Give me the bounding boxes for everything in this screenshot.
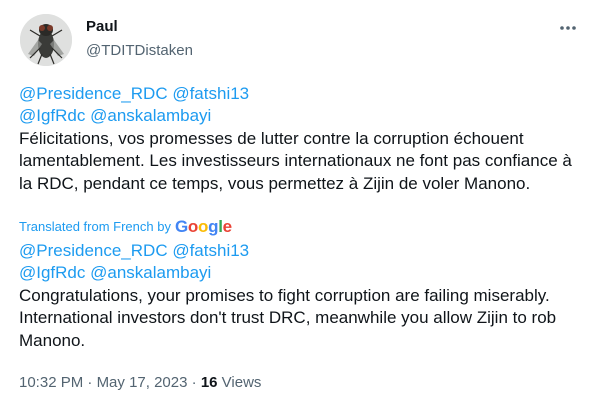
- avatar[interactable]: [20, 14, 72, 66]
- separator: ·: [191, 374, 197, 391]
- mention-link[interactable]: @fatshi13: [172, 241, 249, 260]
- tweet-metadata: 10:32 PM · May 17, 2023 · 16 Views: [19, 373, 261, 393]
- author-handle[interactable]: @TDITDistaken: [86, 41, 193, 61]
- author-display-name[interactable]: Paul: [86, 17, 193, 37]
- tweet-body-original: Félicitations, vos promesses de lutter c…: [19, 128, 572, 193]
- tweet-time: 10:32 PM: [19, 374, 84, 391]
- tweet-timestamp-link[interactable]: 10:32 PM · May 17, 2023: [19, 374, 187, 391]
- views-stat[interactable]: 16 Views: [201, 374, 262, 391]
- mention-link[interactable]: @fatshi13: [172, 84, 249, 103]
- views-count: 16: [200, 374, 218, 391]
- mentions-line: @Presidence_RDC @fatshi13: [19, 83, 584, 105]
- fly-avatar-icon: [20, 14, 72, 66]
- mention-link[interactable]: @Presidence_RDC: [19, 84, 168, 103]
- author-info: Paul @TDITDistaken: [86, 17, 193, 61]
- more-options-icon: [560, 26, 576, 30]
- google-logo: Google: [174, 217, 232, 236]
- tweet-translated-text: @Presidence_RDC @fatshi13 @IgfRdc @anska…: [19, 240, 584, 352]
- mention-link[interactable]: @IgfRdc: [19, 106, 85, 125]
- mention-link[interactable]: @IgfRdc: [19, 263, 85, 282]
- tweet-original-text: @Presidence_RDC @fatshi13 @IgfRdc @anska…: [19, 83, 584, 195]
- tweet-body-translated: Congratulations, your promises to fight …: [19, 285, 557, 350]
- mentions-line: @Presidence_RDC @fatshi13: [19, 240, 584, 262]
- separator: ·: [87, 374, 93, 391]
- mention-link[interactable]: @Presidence_RDC: [19, 241, 168, 260]
- mention-link[interactable]: @anskalambayi: [90, 263, 211, 282]
- mentions-line: @IgfRdc @anskalambayi: [19, 262, 584, 284]
- tweet: Paul @TDITDistaken @Presidence_RDC @fats…: [0, 0, 598, 407]
- more-options-button[interactable]: [556, 18, 580, 38]
- mentions-line: @IgfRdc @anskalambayi: [19, 105, 584, 127]
- mention-link[interactable]: @anskalambayi: [90, 106, 211, 125]
- views-label: Views: [221, 374, 262, 391]
- translation-attribution[interactable]: Translated from French by Google: [19, 218, 232, 236]
- tweet-date: May 17, 2023: [96, 374, 188, 391]
- translation-label: Translated from French by: [19, 219, 171, 234]
